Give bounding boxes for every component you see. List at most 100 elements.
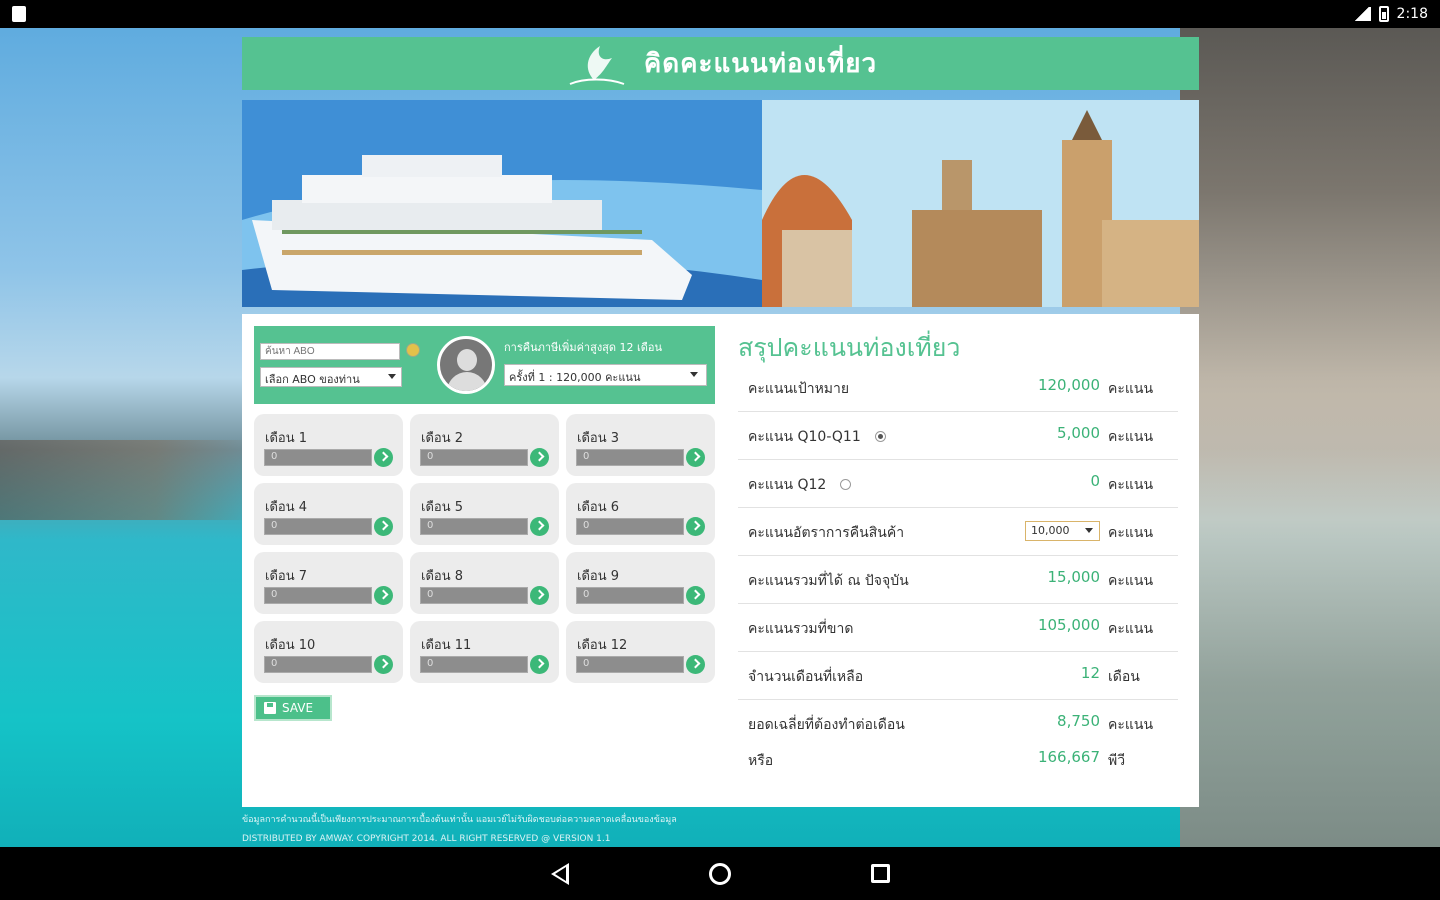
month-card: เดือน 2 0 [410, 414, 559, 476]
save-label: SAVE [282, 701, 314, 715]
round-label: การคืนภาษีเพิ่มค่าสูงสุด 12 เดือน [504, 341, 663, 354]
summary-title: สรุปคะแนนท่องเที่ยว [738, 333, 961, 362]
user-head-icon [457, 349, 477, 371]
row-unit-alt: พีวี [1108, 753, 1126, 769]
round-select[interactable]: ครั้งที่ 1 : 120,000 คะแนน [504, 364, 707, 386]
month-value-field[interactable]: 0 [420, 656, 528, 673]
arrow-right-icon[interactable] [530, 517, 549, 536]
arrow-right-icon[interactable] [686, 586, 705, 605]
footer: ข้อมูลการคำนวณนี้เป็นเพียงการประมาณการเบ… [242, 810, 1199, 847]
abo-search-input[interactable] [260, 343, 400, 360]
month-label: เดือน 9 [577, 569, 619, 584]
summary-row-q12: คะแนน Q12 0 คะแนน [738, 460, 1178, 508]
footer-disclaimer: ข้อมูลการคำนวณนี้เป็นเพียงการประมาณการเบ… [242, 815, 677, 825]
home-icon[interactable] [708, 862, 731, 885]
month-value-field[interactable]: 0 [420, 587, 528, 604]
background-overwater-villas [0, 440, 260, 520]
arrow-right-icon[interactable] [686, 448, 705, 467]
arrow-right-icon[interactable] [686, 655, 705, 674]
row-label-alt: หรือ [748, 753, 774, 769]
month-card: เดือน 11 0 [410, 621, 559, 683]
month-card: เดือน 4 0 [254, 483, 403, 545]
main-panel: เลือก ABO ของท่าน การคืนภาษีเพิ่มค่าสูงส… [242, 314, 1199, 807]
month-card: เดือน 3 0 [566, 414, 715, 476]
arrow-right-icon[interactable] [686, 517, 705, 536]
month-value-field[interactable]: 0 [576, 518, 684, 535]
abo-select[interactable]: เลือก ABO ของท่าน [260, 367, 402, 387]
signal-icon [1352, 7, 1371, 21]
row-unit: คะแนน [1108, 429, 1154, 445]
arrow-right-icon[interactable] [530, 586, 549, 605]
search-icon[interactable] [406, 343, 420, 357]
month-card: เดือน 1 0 [254, 414, 403, 476]
row-value: 8,750 [1057, 712, 1100, 730]
row-value: 5,000 [1057, 424, 1100, 442]
month-label: เดือน 7 [265, 569, 307, 584]
summary-row-q10-q11: คะแนน Q10-Q11 5,000 คะแนน [738, 412, 1178, 460]
month-label: เดือน 3 [577, 431, 619, 446]
abo-select-value: เลือก ABO ของท่าน [265, 373, 360, 386]
month-label: เดือน 11 [421, 638, 472, 653]
row-value: 0 [1090, 472, 1100, 490]
back-icon[interactable] [550, 862, 569, 885]
arrow-right-icon[interactable] [530, 655, 549, 674]
summary-row-monthly-average: ยอดเฉลี่ยที่ต้องทำต่อเดือน 8,750 คะแนน ห… [738, 700, 1178, 780]
summary-row-target: คะแนนเป้าหมาย 120,000 คะแนน [738, 364, 1178, 412]
row-label: คะแนน Q10-Q11 [748, 429, 861, 445]
month-card: เดือน 8 0 [410, 552, 559, 614]
month-value-field[interactable]: 0 [576, 656, 684, 673]
arrow-right-icon[interactable] [374, 586, 393, 605]
month-label: เดือน 5 [421, 500, 463, 515]
arrow-right-icon[interactable] [374, 655, 393, 674]
row-label: ยอดเฉลี่ยที่ต้องทำต่อเดือน [748, 717, 905, 733]
month-value-field[interactable]: 0 [420, 518, 528, 535]
row-label: คะแนนเป้าหมาย [748, 381, 850, 397]
radio-button-q12[interactable] [840, 479, 852, 490]
row-label: คะแนนรวมที่ขาด [748, 621, 854, 637]
row-unit: คะแนน [1108, 573, 1154, 589]
month-label: เดือน 6 [577, 500, 619, 515]
app-header: คิดคะแนนท่องเที่ยว [242, 37, 1199, 90]
month-card: เดือน 7 0 [254, 552, 403, 614]
row-label: คะแนนอัตราการคืนสินค้า [748, 525, 905, 541]
chevron-down-icon [690, 372, 698, 377]
month-value-field[interactable]: 0 [264, 518, 372, 535]
travel-banner [242, 100, 1199, 307]
navigation-bar [0, 847, 1440, 900]
month-value-field[interactable]: 0 [576, 587, 684, 604]
row-value: 15,000 [1047, 568, 1101, 586]
month-card: เดือน 5 0 [410, 483, 559, 545]
row-unit: เดือน [1108, 669, 1140, 685]
row-value: 120,000 [1037, 376, 1100, 394]
month-value-field[interactable]: 0 [264, 449, 372, 466]
month-card: เดือน 9 0 [566, 552, 715, 614]
chevron-down-icon [1085, 528, 1093, 533]
arrow-right-icon[interactable] [530, 448, 549, 467]
arrow-right-icon[interactable] [374, 517, 393, 536]
month-value-field[interactable]: 0 [576, 449, 684, 466]
row-unit: คะแนน [1108, 717, 1154, 733]
row-value: 12 [1080, 664, 1100, 682]
month-value-field[interactable]: 0 [420, 449, 528, 466]
return-rate-select[interactable]: 10,000 [1025, 521, 1100, 541]
logo-icon [564, 40, 630, 88]
arrow-right-icon[interactable] [374, 448, 393, 467]
month-label: เดือน 2 [421, 431, 463, 446]
background-hut [1180, 28, 1440, 848]
save-button[interactable]: SAVE [254, 695, 332, 721]
battery-icon [1378, 6, 1389, 22]
round-select-value: ครั้งที่ 1 : 120,000 คะแนน [509, 371, 641, 384]
row-unit: คะแนน [1108, 525, 1154, 541]
recent-apps-icon[interactable] [870, 864, 890, 883]
month-value-field[interactable]: 0 [264, 656, 372, 673]
avatar [437, 336, 495, 394]
radio-button-q10-q11[interactable] [874, 431, 886, 442]
app-title: คิดคะแนนท่องเที่ยว [643, 49, 878, 79]
row-value: 105,000 [1037, 616, 1100, 634]
month-label: เดือน 8 [421, 569, 463, 584]
abo-selector-box: เลือก ABO ของท่าน การคืนภาษีเพิ่มค่าสูงส… [254, 326, 715, 404]
month-value-field[interactable]: 0 [264, 587, 372, 604]
save-icon [264, 702, 276, 714]
status-time: 2:18 [1396, 6, 1428, 22]
row-label: คะแนน Q12 [748, 477, 827, 493]
